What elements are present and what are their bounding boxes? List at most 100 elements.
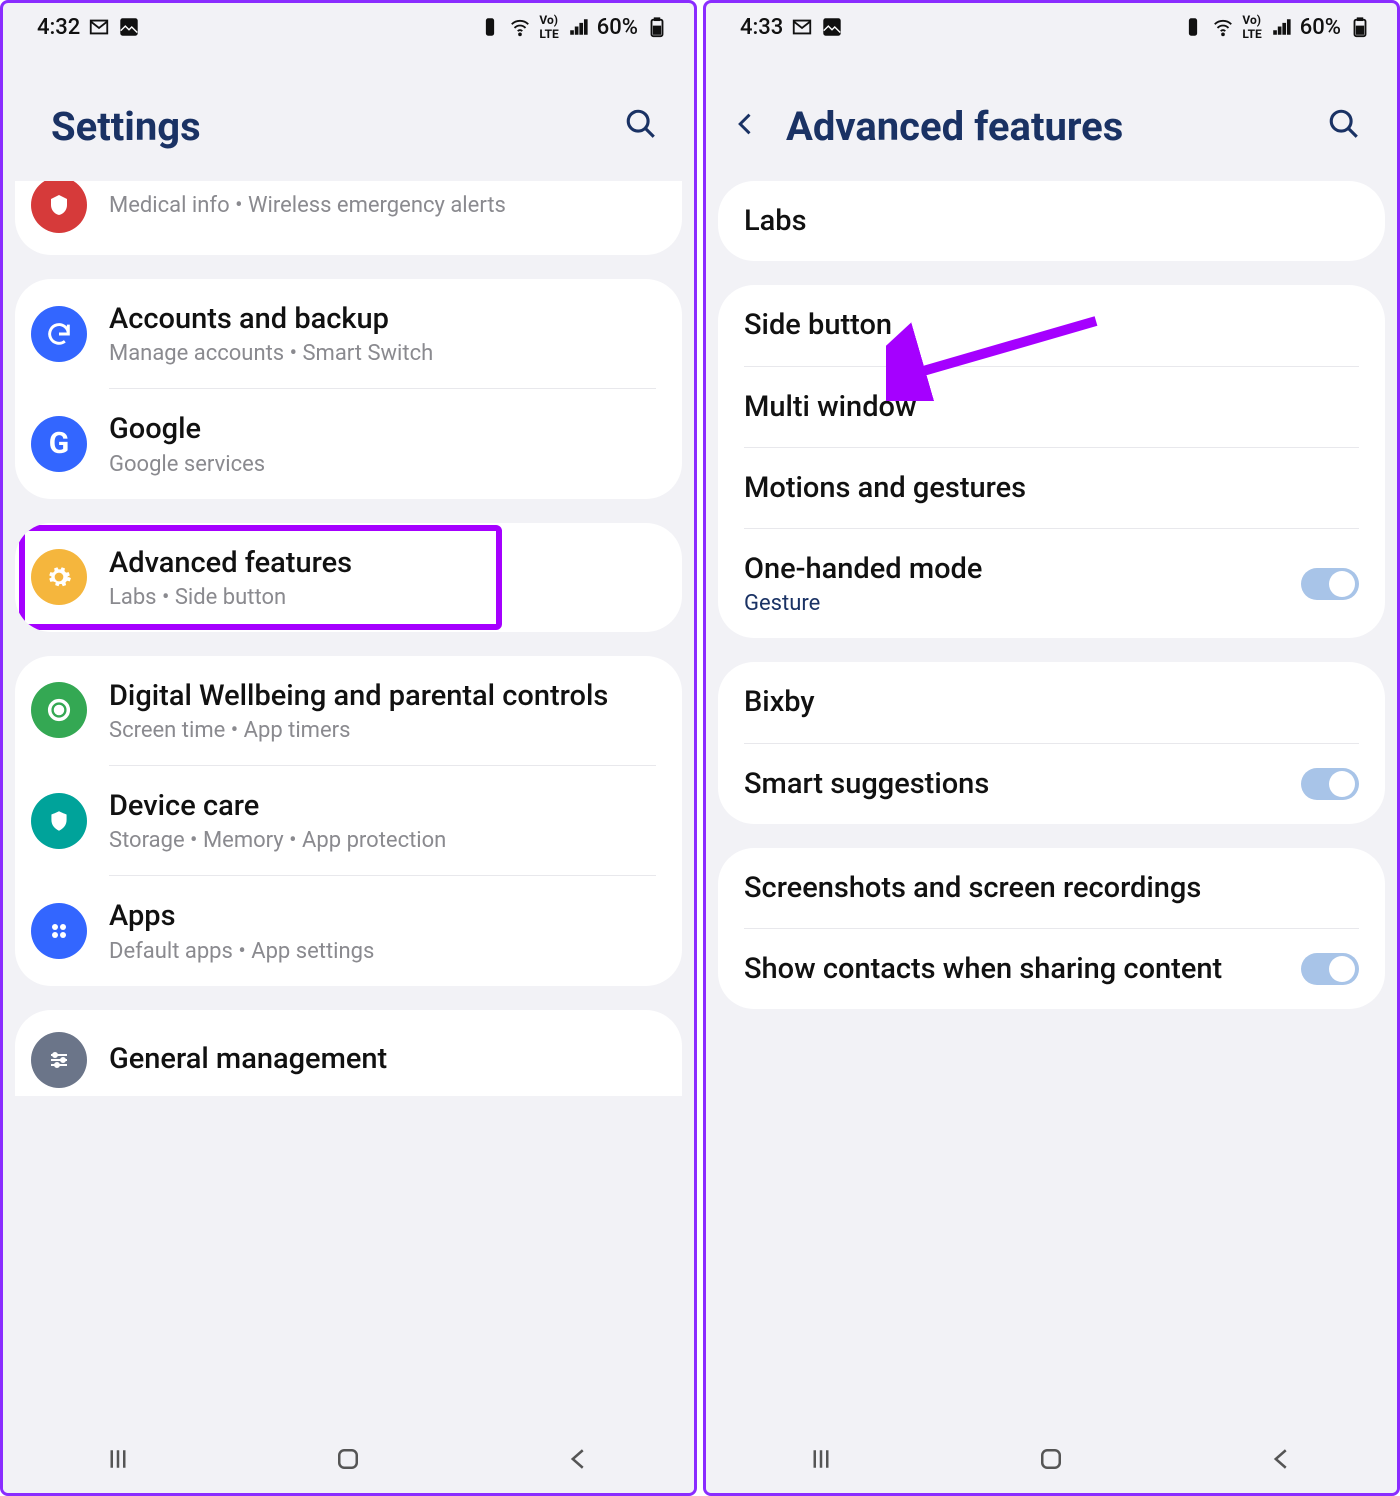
gear-icon: [31, 549, 87, 605]
recents-button[interactable]: [103, 1444, 133, 1478]
chevron-left-icon: [732, 110, 760, 138]
settings-card-advanced: Advanced features Labs • Side button: [15, 523, 682, 632]
item-title: Motions and gestures: [744, 470, 1359, 506]
status-battery-pct: 60%: [1300, 15, 1341, 40]
item-title: Bixby: [744, 684, 1359, 720]
status-battery-pct: 60%: [597, 15, 638, 40]
settings-card-accounts: Accounts and backup Manage accounts • Sm…: [15, 279, 682, 499]
signal-icon: [1270, 16, 1292, 38]
item-smart-suggestions[interactable]: Smart suggestions: [718, 744, 1385, 824]
item-title: One-handed mode: [744, 551, 1301, 587]
settings-item-title: Apps: [109, 898, 656, 934]
gallery-icon: [821, 16, 843, 38]
item-subtitle: Gesture: [744, 591, 820, 616]
back-button[interactable]: [1267, 1444, 1297, 1478]
wifi-icon: [509, 16, 531, 38]
toggle-one-handed[interactable]: [1301, 568, 1359, 600]
item-motions-gestures[interactable]: Motions and gestures: [718, 448, 1385, 528]
home-button[interactable]: [1036, 1444, 1066, 1478]
gallery-icon: [118, 16, 140, 38]
settings-item-title: Advanced features: [109, 545, 656, 581]
nav-bar: [706, 1429, 1397, 1493]
status-bar: 4:32 Vo)LTE 60%: [3, 3, 694, 49]
item-title: Screenshots and screen recordings: [744, 870, 1359, 906]
apps-icon: [31, 903, 87, 959]
settings-item-title: General management: [109, 1041, 656, 1077]
nav-bar: [3, 1429, 694, 1493]
settings-item-subtitle: Manage accounts • Smart Switch: [109, 341, 656, 366]
settings-item-subtitle: Labs • Side button: [109, 585, 656, 610]
item-screenshots[interactable]: Screenshots and screen recordings: [718, 848, 1385, 928]
settings-item-title: Accounts and backup: [109, 301, 656, 337]
back-button[interactable]: [564, 1444, 594, 1478]
item-title: Multi window: [744, 389, 1359, 425]
screenshot-left: 4:32 Vo)LTE 60% Settings Me: [0, 0, 697, 1496]
signal-icon: [567, 16, 589, 38]
settings-item-device-care[interactable]: Device care Storage • Memory • App prote…: [15, 766, 682, 875]
settings-item-safety[interactable]: Medical info • Wireless emergency alerts: [15, 181, 682, 255]
search-button[interactable]: [1317, 97, 1371, 155]
battery-icon: [1349, 16, 1371, 38]
settings-item-advanced-features[interactable]: Advanced features Labs • Side button: [15, 523, 682, 632]
settings-item-subtitle: Screen time • App timers: [109, 718, 656, 743]
settings-item-google[interactable]: G Google Google services: [15, 389, 682, 498]
settings-item-title: Device care: [109, 788, 656, 824]
item-title: Smart suggestions: [744, 766, 1301, 802]
settings-item-general-management[interactable]: General management: [15, 1010, 682, 1096]
settings-item-subtitle: Google services: [109, 452, 656, 477]
item-side-button[interactable]: Side button: [718, 285, 1385, 365]
item-title: Labs: [744, 203, 1359, 239]
settings-item-wellbeing[interactable]: Digital Wellbeing and parental controls …: [15, 656, 682, 765]
settings-item-subtitle: Medical info • Wireless emergency alerts: [109, 193, 656, 218]
item-multi-window[interactable]: Multi window: [718, 367, 1385, 447]
card-labs: Labs: [718, 181, 1385, 261]
card-screenshots: Screenshots and screen recordings Show c…: [718, 848, 1385, 1010]
settings-item-title: Digital Wellbeing and parental controls: [109, 678, 656, 714]
settings-item-title: Google: [109, 411, 656, 447]
settings-card-general: General management: [15, 1010, 682, 1096]
settings-item-apps[interactable]: Apps Default apps • App settings: [15, 876, 682, 985]
settings-list: Medical info • Wireless emergency alerts…: [3, 181, 694, 1429]
device-care-icon: [31, 793, 87, 849]
volte-icon: Vo)LTE: [539, 13, 558, 41]
settings-item-accounts-backup[interactable]: Accounts and backup Manage accounts • Sm…: [15, 279, 682, 388]
item-one-handed-mode[interactable]: One-handed mode Gesture: [718, 529, 1385, 638]
toggle-show-contacts[interactable]: [1301, 953, 1359, 985]
card-bixby: Bixby Smart suggestions: [718, 662, 1385, 824]
settings-card-device: Digital Wellbeing and parental controls …: [15, 656, 682, 986]
status-time: 4:33: [740, 15, 783, 40]
recents-button[interactable]: [806, 1444, 836, 1478]
page-header: Advanced features: [706, 49, 1397, 181]
item-show-contacts-sharing[interactable]: Show contacts when sharing content: [718, 929, 1385, 1009]
gmail-icon: [791, 16, 813, 38]
settings-item-subtitle: Default apps • App settings: [109, 939, 656, 964]
battery-saver-icon: [479, 16, 501, 38]
sync-icon: [31, 306, 87, 362]
advanced-features-list: Labs Side button Multi window Motions an…: [706, 181, 1397, 1429]
page-title: Settings: [51, 103, 614, 150]
page-header: Settings: [3, 49, 694, 181]
search-button[interactable]: [614, 97, 668, 155]
toggle-smart-suggestions[interactable]: [1301, 768, 1359, 800]
settings-item-subtitle: Storage • Memory • App protection: [109, 828, 656, 853]
item-title: Side button: [744, 307, 1359, 343]
page-title: Advanced features: [786, 103, 1317, 150]
home-button[interactable]: [333, 1444, 363, 1478]
item-bixby[interactable]: Bixby: [718, 662, 1385, 742]
sliders-icon: [31, 1032, 87, 1088]
safety-icon: [31, 181, 87, 233]
status-bar: 4:33 Vo)LTE 60%: [706, 3, 1397, 49]
item-labs[interactable]: Labs: [718, 181, 1385, 261]
settings-card-safety: Medical info • Wireless emergency alerts: [15, 181, 682, 255]
volte-icon: Vo)LTE: [1242, 13, 1261, 41]
battery-saver-icon: [1182, 16, 1204, 38]
search-icon: [624, 107, 658, 141]
screenshot-right: 4:33 Vo)LTE 60% Advanced features Labs: [703, 0, 1400, 1496]
back-button[interactable]: [732, 110, 760, 142]
battery-icon: [646, 16, 668, 38]
search-icon: [1327, 107, 1361, 141]
item-title: Show contacts when sharing content: [744, 951, 1301, 987]
wifi-icon: [1212, 16, 1234, 38]
status-time: 4:32: [37, 15, 80, 40]
wellbeing-icon: [31, 682, 87, 738]
